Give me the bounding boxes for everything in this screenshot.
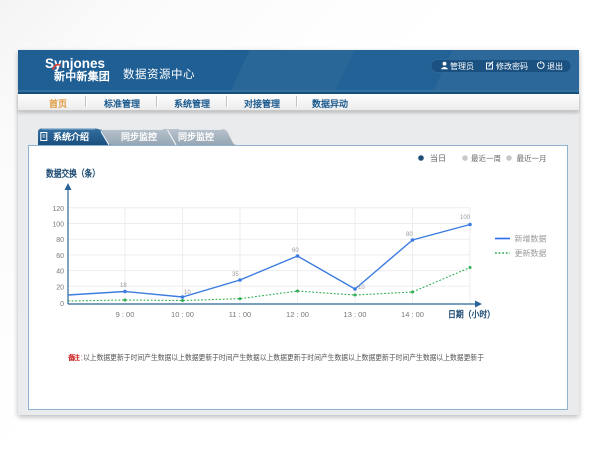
svg-text:14 : 00: 14 : 00 xyxy=(401,310,424,319)
svg-text:100: 100 xyxy=(460,215,471,221)
svg-text:同步监控: 同步监控 xyxy=(178,131,214,142)
svg-text:当日: 当日 xyxy=(430,153,446,163)
svg-text:退出: 退出 xyxy=(547,61,563,71)
svg-text:系统介绍: 系统介绍 xyxy=(53,131,89,142)
svg-text:80: 80 xyxy=(406,232,413,238)
svg-text:0: 0 xyxy=(60,301,64,308)
svg-text:13 : 00: 13 : 00 xyxy=(344,310,367,319)
svg-text:管理员: 管理员 xyxy=(450,61,474,71)
svg-text:60: 60 xyxy=(292,248,299,254)
svg-text:80: 80 xyxy=(56,237,64,244)
svg-text:10: 10 xyxy=(184,290,191,296)
svg-text:最近一月: 最近一月 xyxy=(517,153,547,163)
svg-text:120: 120 xyxy=(52,206,64,213)
svg-text:18: 18 xyxy=(120,283,127,289)
svg-text:9 : 00: 9 : 00 xyxy=(116,310,135,319)
svg-text:10 : 00: 10 : 00 xyxy=(171,310,194,319)
svg-text:以上数据更新于时间产生数据以上数据更新于时间产生数据以上数据: 以上数据更新于时间产生数据以上数据更新于时间产生数据以上数据更新于时间产生数据以… xyxy=(83,352,484,362)
svg-text:更新数据: 更新数据 xyxy=(515,248,547,258)
svg-text:100: 100 xyxy=(52,222,64,229)
svg-text:备注: 备注 xyxy=(67,353,80,362)
svg-text:40: 40 xyxy=(56,269,64,276)
svg-text:日期（小时）: 日期（小时） xyxy=(448,309,495,320)
svg-text:12 : 00: 12 : 00 xyxy=(286,310,309,319)
svg-text:同步监控: 同步监控 xyxy=(121,131,157,142)
svg-text:新增数据: 新增数据 xyxy=(515,234,547,244)
svg-text:数据交换（条）: 数据交换（条） xyxy=(45,168,100,180)
svg-text:35: 35 xyxy=(232,272,239,278)
svg-text:10: 10 xyxy=(358,285,365,291)
svg-text:20: 20 xyxy=(56,284,64,291)
svg-text:修改密码: 修改密码 xyxy=(496,61,528,71)
svg-text:最近一周: 最近一周 xyxy=(471,153,501,163)
svg-text:11 : 00: 11 : 00 xyxy=(229,310,251,319)
svg-text:60: 60 xyxy=(56,253,64,260)
